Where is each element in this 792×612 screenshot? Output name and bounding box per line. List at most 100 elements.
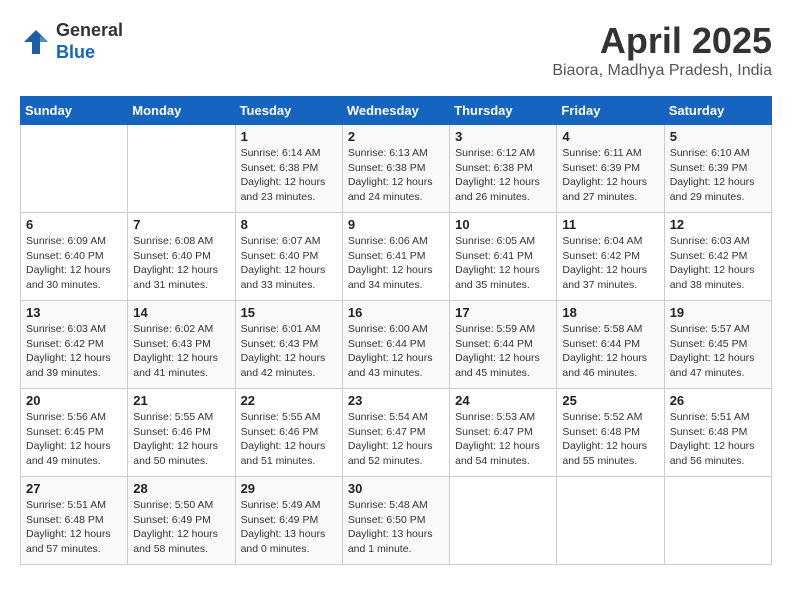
day-info: Sunrise: 6:11 AM Sunset: 6:39 PM Dayligh…	[562, 146, 658, 205]
day-cell: 5 Sunrise: 6:10 AM Sunset: 6:39 PM Daylig…	[664, 125, 771, 213]
day-cell: 29 Sunrise: 5:49 AM Sunset: 6:49 PM Dayli…	[235, 477, 342, 565]
day-number: 6	[26, 217, 122, 232]
day-info: Sunrise: 5:57 AM Sunset: 6:45 PM Dayligh…	[670, 322, 766, 381]
day-info: Sunrise: 6:13 AM Sunset: 6:38 PM Dayligh…	[348, 146, 444, 205]
day-cell: 17 Sunrise: 5:59 AM Sunset: 6:44 PM Dayli…	[450, 301, 557, 389]
day-info: Sunrise: 5:55 AM Sunset: 6:46 PM Dayligh…	[133, 410, 229, 469]
day-cell: 7Sunrise: 6:08 AM Sunset: 6:40 PM Daylig…	[128, 213, 235, 301]
day-info: Sunrise: 5:52 AM Sunset: 6:48 PM Dayligh…	[562, 410, 658, 469]
day-number: 29	[241, 481, 337, 496]
day-info: Sunrise: 6:05 AM Sunset: 6:41 PM Dayligh…	[455, 234, 551, 293]
day-number: 7	[133, 217, 229, 232]
day-number: 15	[241, 305, 337, 320]
day-cell: 27 Sunrise: 5:51 AM Sunset: 6:48 PM Dayli…	[21, 477, 128, 565]
day-info: Sunrise: 6:12 AM Sunset: 6:38 PM Dayligh…	[455, 146, 551, 205]
day-info: Sunrise: 5:59 AM Sunset: 6:44 PM Dayligh…	[455, 322, 551, 381]
day-number: 25	[562, 393, 658, 408]
day-info: Sunrise: 5:51 AM Sunset: 6:48 PM Dayligh…	[26, 498, 122, 557]
day-info: Sunrise: 6:10 AM Sunset: 6:39 PM Dayligh…	[670, 146, 766, 205]
day-cell: 22Sunrise: 5:55 AM Sunset: 6:46 PM Dayli…	[235, 389, 342, 477]
day-cell: 24 Sunrise: 5:53 AM Sunset: 6:47 PM Dayli…	[450, 389, 557, 477]
day-info: Sunrise: 6:02 AM Sunset: 6:43 PM Dayligh…	[133, 322, 229, 381]
day-cell: 3Sunrise: 6:12 AM Sunset: 6:38 PM Daylig…	[450, 125, 557, 213]
week-row-1: 1 Sunrise: 6:14 AM Sunset: 6:38 PM Daylig…	[21, 125, 772, 213]
day-cell: 14Sunrise: 6:02 AM Sunset: 6:43 PM Dayli…	[128, 301, 235, 389]
week-row-5: 27 Sunrise: 5:51 AM Sunset: 6:48 PM Dayli…	[21, 477, 772, 565]
day-cell	[557, 477, 664, 565]
day-cell: 16 Sunrise: 6:00 AM Sunset: 6:44 PM Dayli…	[342, 301, 449, 389]
day-info: Sunrise: 5:50 AM Sunset: 6:49 PM Dayligh…	[133, 498, 229, 557]
logo: General Blue	[20, 20, 123, 63]
day-number: 24	[455, 393, 551, 408]
day-number: 11	[562, 217, 658, 232]
column-header-monday: Monday	[128, 97, 235, 125]
day-info: Sunrise: 5:54 AM Sunset: 6:47 PM Dayligh…	[348, 410, 444, 469]
day-cell	[450, 477, 557, 565]
calendar-header: SundayMondayTuesdayWednesdayThursdayFrid…	[21, 97, 772, 125]
day-info: Sunrise: 5:51 AM Sunset: 6:48 PM Dayligh…	[670, 410, 766, 469]
day-number: 18	[562, 305, 658, 320]
day-number: 21	[133, 393, 229, 408]
day-cell: 1 Sunrise: 6:14 AM Sunset: 6:38 PM Daylig…	[235, 125, 342, 213]
day-number: 28	[133, 481, 229, 496]
day-cell: 28 Sunrise: 5:50 AM Sunset: 6:49 PM Dayli…	[128, 477, 235, 565]
day-cell: 21 Sunrise: 5:55 AM Sunset: 6:46 PM Dayli…	[128, 389, 235, 477]
day-info: Sunrise: 5:56 AM Sunset: 6:45 PM Dayligh…	[26, 410, 122, 469]
day-number: 16	[348, 305, 444, 320]
day-cell: 15Sunrise: 6:01 AM Sunset: 6:43 PM Dayli…	[235, 301, 342, 389]
day-cell: 10 Sunrise: 6:05 AM Sunset: 6:41 PM Dayli…	[450, 213, 557, 301]
day-number: 9	[348, 217, 444, 232]
day-cell: 8Sunrise: 6:07 AM Sunset: 6:40 PM Daylig…	[235, 213, 342, 301]
location-subtitle: Biaora, Madhya Pradesh, India	[552, 62, 772, 80]
day-cell: 30 Sunrise: 5:48 AM Sunset: 6:50 PM Dayli…	[342, 477, 449, 565]
day-info: Sunrise: 6:14 AM Sunset: 6:38 PM Dayligh…	[241, 146, 337, 205]
calendar-table: SundayMondayTuesdayWednesdayThursdayFrid…	[20, 96, 772, 565]
day-number: 30	[348, 481, 444, 496]
day-info: Sunrise: 5:48 AM Sunset: 6:50 PM Dayligh…	[348, 498, 444, 557]
day-cell: 18Sunrise: 5:58 AM Sunset: 6:44 PM Dayli…	[557, 301, 664, 389]
column-header-thursday: Thursday	[450, 97, 557, 125]
day-info: Sunrise: 6:03 AM Sunset: 6:42 PM Dayligh…	[26, 322, 122, 381]
day-info: Sunrise: 6:03 AM Sunset: 6:42 PM Dayligh…	[670, 234, 766, 293]
day-number: 10	[455, 217, 551, 232]
week-row-3: 13 Sunrise: 6:03 AM Sunset: 6:42 PM Dayli…	[21, 301, 772, 389]
column-header-tuesday: Tuesday	[235, 97, 342, 125]
day-number: 17	[455, 305, 551, 320]
day-number: 26	[670, 393, 766, 408]
header-row: SundayMondayTuesdayWednesdayThursdayFrid…	[21, 97, 772, 125]
day-info: Sunrise: 6:07 AM Sunset: 6:40 PM Dayligh…	[241, 234, 337, 293]
day-number: 19	[670, 305, 766, 320]
day-number: 4	[562, 129, 658, 144]
day-number: 23	[348, 393, 444, 408]
day-cell: 26 Sunrise: 5:51 AM Sunset: 6:48 PM Dayli…	[664, 389, 771, 477]
day-cell: 12Sunrise: 6:03 AM Sunset: 6:42 PM Dayli…	[664, 213, 771, 301]
day-info: Sunrise: 6:00 AM Sunset: 6:44 PM Dayligh…	[348, 322, 444, 381]
week-row-2: 6 Sunrise: 6:09 AM Sunset: 6:40 PM Daylig…	[21, 213, 772, 301]
day-cell: 23 Sunrise: 5:54 AM Sunset: 6:47 PM Dayli…	[342, 389, 449, 477]
column-header-sunday: Sunday	[21, 97, 128, 125]
day-cell: 25 Sunrise: 5:52 AM Sunset: 6:48 PM Dayli…	[557, 389, 664, 477]
day-cell: 9Sunrise: 6:06 AM Sunset: 6:41 PM Daylig…	[342, 213, 449, 301]
month-title: April 2025	[552, 20, 772, 62]
page-header: General Blue April 2025 Biaora, Madhya P…	[20, 20, 772, 80]
title-block: April 2025 Biaora, Madhya Pradesh, India	[552, 20, 772, 80]
day-info: Sunrise: 5:53 AM Sunset: 6:47 PM Dayligh…	[455, 410, 551, 469]
day-number: 22	[241, 393, 337, 408]
day-cell: 20 Sunrise: 5:56 AM Sunset: 6:45 PM Dayli…	[21, 389, 128, 477]
week-row-4: 20 Sunrise: 5:56 AM Sunset: 6:45 PM Dayli…	[21, 389, 772, 477]
logo-icon	[20, 28, 52, 56]
day-number: 5	[670, 129, 766, 144]
day-number: 1	[241, 129, 337, 144]
day-number: 20	[26, 393, 122, 408]
day-info: Sunrise: 6:09 AM Sunset: 6:40 PM Dayligh…	[26, 234, 122, 293]
day-info: Sunrise: 5:49 AM Sunset: 6:49 PM Dayligh…	[241, 498, 337, 557]
day-number: 27	[26, 481, 122, 496]
day-cell: 4 Sunrise: 6:11 AM Sunset: 6:39 PM Daylig…	[557, 125, 664, 213]
column-header-wednesday: Wednesday	[342, 97, 449, 125]
day-info: Sunrise: 6:04 AM Sunset: 6:42 PM Dayligh…	[562, 234, 658, 293]
day-number: 13	[26, 305, 122, 320]
calendar-body: 1 Sunrise: 6:14 AM Sunset: 6:38 PM Daylig…	[21, 125, 772, 565]
day-cell	[664, 477, 771, 565]
logo-text: General Blue	[56, 20, 123, 63]
column-header-friday: Friday	[557, 97, 664, 125]
